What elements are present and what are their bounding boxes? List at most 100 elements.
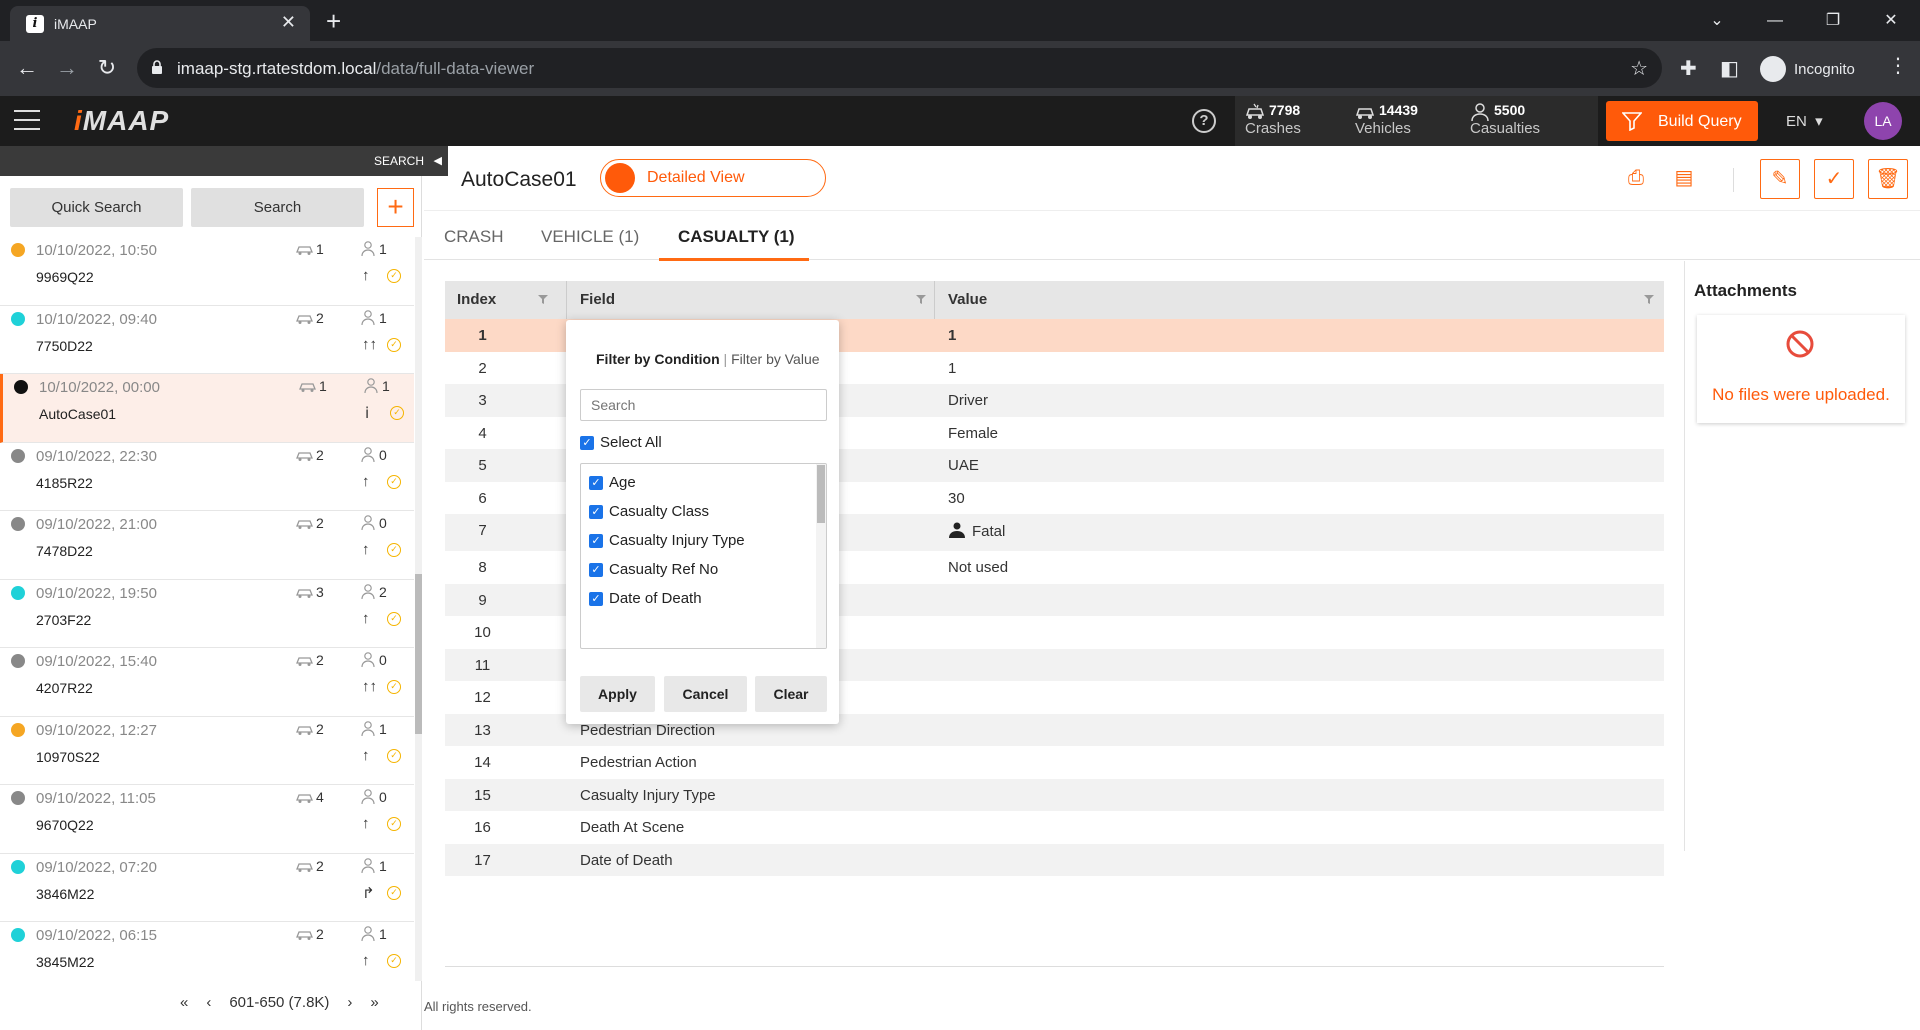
case-datetime: 09/10/2022, 12:27 [36, 721, 157, 739]
filter-option[interactable]: ✓ Date of Death [589, 590, 702, 607]
minimize-icon[interactable]: — [1746, 0, 1804, 41]
browser-menu-icon[interactable]: ⋮ [1888, 53, 1908, 78]
verified-check-icon: ✓ [387, 474, 401, 489]
verified-check-icon: ✓ [387, 543, 401, 557]
cell-index: 16 [474, 819, 491, 836]
quick-search-button[interactable]: Quick Search [10, 188, 183, 227]
person-icon [361, 241, 375, 256]
address-bar[interactable]: imaap-stg.rtatestdom.local/data/full-dat… [137, 48, 1662, 88]
case-list-item[interactable]: 09/10/2022, 07:20 3846M22 2 1 ↱ ✓ [0, 854, 414, 922]
field-filter-icon[interactable] [916, 295, 926, 304]
filter-search-input[interactable] [580, 389, 827, 421]
filter-option[interactable]: ✓ Age [589, 474, 636, 491]
cell-value: Fatal [948, 522, 1005, 540]
edit-pencil-icon[interactable]: ✎ [1760, 159, 1800, 199]
case-list-item[interactable]: 09/10/2022, 21:00 7478D22 2 0 ↑ ✓ [0, 511, 414, 580]
case-list-item[interactable]: 09/10/2022, 19:50 2703F22 3 2 ↑ ✓ [0, 580, 414, 648]
filter-option[interactable]: ✓ Casualty Injury Type [589, 532, 745, 549]
grid-row[interactable]: 16 Death At Scene [445, 811, 1664, 844]
cell-index: 10 [474, 624, 491, 641]
case-list-item[interactable]: 09/10/2022, 15:40 4207R22 2 0 ↑↑ ✓ [0, 648, 414, 717]
browser-toolbar: ← → ↻ imaap-stg.rtatestdom.local/data/fu… [0, 41, 1920, 96]
tab-casualty[interactable]: CASUALTY (1) [678, 227, 795, 247]
header-index[interactable]: Index [457, 291, 496, 308]
search-strip[interactable]: SEARCH ◀ [0, 146, 448, 176]
verified-check-icon: ✓ [387, 611, 401, 626]
casualty-count: 0 [379, 789, 387, 805]
delete-trash-icon[interactable]: 🗑 [1868, 159, 1908, 199]
detailed-view-toggle[interactable]: Detailed View [600, 159, 826, 197]
help-icon[interactable]: ? [1192, 109, 1216, 133]
case-list-item[interactable]: 10/10/2022, 00:00 AutoCase01 1 1 ⅰ ✓ [0, 374, 414, 443]
grid-row[interactable]: 15 Casualty Injury Type [445, 778, 1664, 811]
hamburger-menu-icon[interactable] [14, 110, 40, 130]
vehicle-icon [299, 383, 316, 392]
new-tab-icon[interactable]: + [326, 6, 341, 36]
header-field[interactable]: Field [580, 291, 615, 308]
select-all-checkbox[interactable]: ✓ Select All [580, 434, 662, 451]
checkbox-checked-icon: ✓ [589, 475, 603, 490]
add-case-button[interactable]: + [377, 188, 414, 227]
cell-index: 4 [478, 424, 487, 442]
person-icon [364, 378, 378, 393]
search-button[interactable]: Search [191, 188, 364, 227]
case-list-item[interactable]: 09/10/2022, 22:30 4185R22 2 0 ↑ ✓ [0, 443, 414, 511]
filter-option-label: Casualty Ref No [609, 561, 719, 578]
language-select[interactable]: EN ▾ [1786, 112, 1823, 130]
bookmark-star-icon[interactable]: ☆ [1630, 56, 1648, 81]
case-list-item[interactable]: 10/10/2022, 09:40 7750D22 2 1 ↑↑ ✓ [0, 306, 414, 374]
incognito-profile[interactable]: Incognito [1760, 54, 1855, 84]
grid-header: Index Field Value [445, 281, 1664, 319]
filter-option[interactable]: ✓ Casualty Class [589, 503, 709, 520]
severity-dot [11, 448, 25, 463]
cancel-button[interactable]: Cancel [664, 676, 747, 712]
vehicle-count: 3 [316, 583, 324, 600]
reload-icon[interactable]: ↻ [92, 53, 122, 83]
report-icon[interactable]: ▤ [1664, 159, 1704, 199]
forward-icon[interactable]: → [52, 53, 82, 83]
tab-crash[interactable]: CRASH [444, 227, 504, 247]
header-value[interactable]: Value [948, 291, 987, 308]
print-icon[interactable]: ⎙ [1616, 159, 1656, 199]
person-icon [1471, 103, 1489, 121]
index-filter-icon[interactable] [538, 295, 548, 304]
apply-button[interactable]: Apply [580, 676, 655, 712]
tab-search-icon[interactable]: ⌄ [1688, 0, 1746, 41]
extensions-icon[interactable]: ✚ [1680, 56, 1697, 81]
cell-index: 15 [474, 786, 491, 804]
filter-option[interactable]: ✓ Casualty Ref No [589, 561, 718, 578]
filter-by-condition[interactable]: Filter by Condition [596, 351, 720, 367]
clear-button[interactable]: Clear [755, 676, 827, 712]
person-icon [361, 720, 375, 736]
case-list-scrollbar[interactable] [415, 237, 422, 981]
checkbox-checked-icon: ✓ [589, 504, 603, 519]
person-icon [361, 652, 375, 667]
next-page-icon[interactable]: › [347, 994, 352, 1011]
build-query-button[interactable]: Build Query [1606, 101, 1758, 141]
toolbar-divider [1733, 168, 1734, 192]
case-list-item[interactable]: 09/10/2022, 11:05 9670Q22 4 0 ↑ ✓ [0, 785, 414, 854]
prev-page-icon[interactable]: ‹ [206, 994, 211, 1011]
grid-row[interactable]: 14 Pedestrian Action [445, 746, 1664, 779]
filter-list-scrollbar[interactable] [816, 464, 826, 648]
case-datetime: 10/10/2022, 00:00 [39, 379, 160, 396]
browser-tab[interactable]: i iMAAP ✕ [10, 6, 310, 41]
close-tab-icon[interactable]: ✕ [281, 12, 296, 33]
imaap-logo: iMAAP [74, 105, 170, 136]
first-page-icon[interactable]: « [180, 994, 188, 1011]
restore-icon[interactable]: ❐ [1804, 0, 1862, 41]
filter-by-value[interactable]: Filter by Value [731, 351, 819, 367]
page-range: 601-650 (7.8K) [229, 994, 330, 1011]
case-list-item[interactable]: 10/10/2022, 10:50 9969Q22 1 1 ↑ ✓ [0, 237, 414, 306]
side-panel-icon[interactable]: ◧ [1720, 56, 1739, 81]
approve-check-icon[interactable]: ✓ [1814, 159, 1854, 199]
tab-vehicle[interactable]: VEHICLE (1) [541, 227, 639, 247]
value-filter-icon[interactable] [1644, 295, 1654, 304]
last-page-icon[interactable]: » [370, 994, 378, 1011]
user-avatar[interactable]: LA [1864, 102, 1902, 140]
grid-row[interactable]: 17 Date of Death [445, 843, 1664, 876]
close-window-icon[interactable]: ✕ [1862, 0, 1920, 41]
case-list-item[interactable]: 09/10/2022, 06:15 3845M22 2 1 ↑ ✓ [0, 922, 414, 981]
back-icon[interactable]: ← [12, 53, 42, 83]
case-list-item[interactable]: 09/10/2022, 12:27 10970S22 2 1 ↑ ✓ [0, 717, 414, 785]
